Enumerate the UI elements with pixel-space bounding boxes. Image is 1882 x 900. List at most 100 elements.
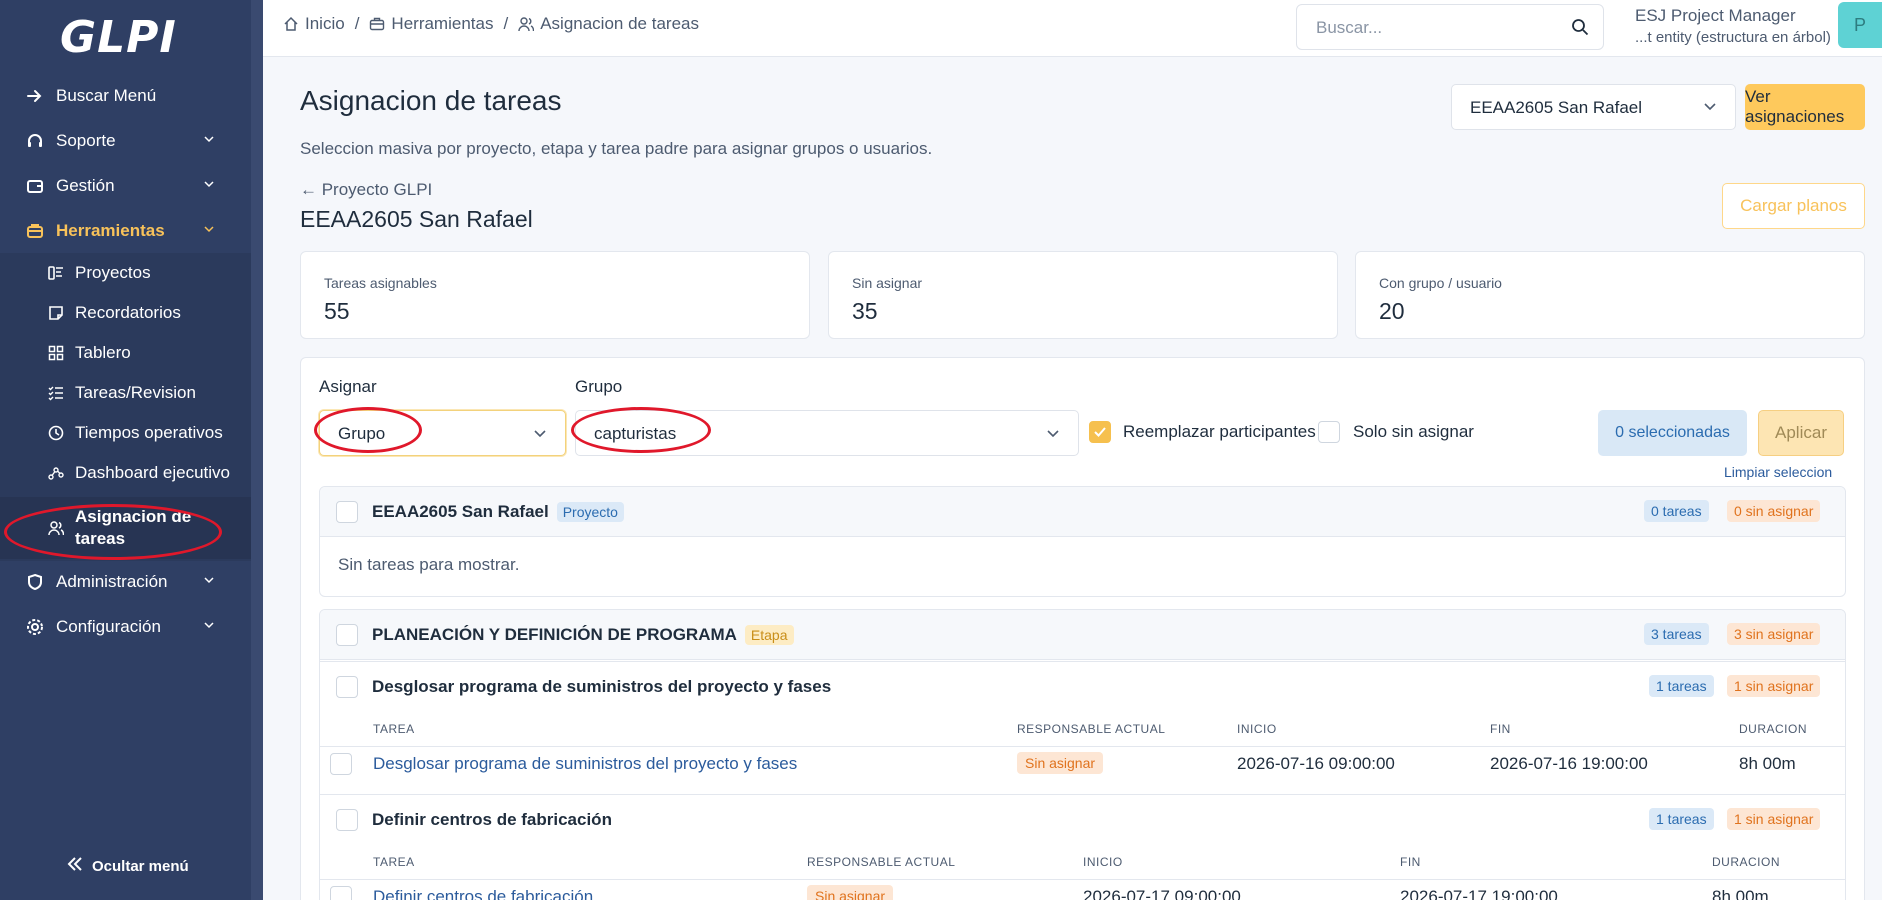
view-assignments-button[interactable]: Ver asignaciones <box>1745 84 1865 130</box>
parent-task-checkbox[interactable] <box>336 809 358 831</box>
sidebar-item-soporte[interactable]: Soporte <box>0 121 251 161</box>
sidebar-item-herramientas[interactable]: Herramientas <box>0 211 251 251</box>
group-select[interactable]: capturistas <box>575 410 1079 456</box>
sidebar-scrollbar[interactable] <box>251 0 263 900</box>
stage-select-checkbox[interactable] <box>336 624 358 646</box>
search-icon[interactable] <box>1571 18 1589 36</box>
unassigned-count-badge: 3 sin asignar <box>1727 623 1821 645</box>
task-link[interactable]: Definir centros de fabricación <box>373 887 593 900</box>
column-header-end: FIN <box>1490 722 1511 736</box>
breadcrumb-asignacion[interactable]: Asignacion de tareas <box>518 14 699 34</box>
sidebar-item-label: Tiempos operativos <box>75 423 223 442</box>
sidebar-item-dashboard-ejecutivo[interactable]: Dashboard ejecutivo <box>0 453 251 493</box>
parent-task-checkbox[interactable] <box>336 676 358 698</box>
sidebar-item-label: Proyectos <box>75 263 151 282</box>
responsible-badge: Sin asignar <box>1017 752 1104 774</box>
project-select-value: EEAA2605 San Rafael <box>1470 98 1643 117</box>
replace-participants-label: Reemplazar participantes <box>1123 422 1316 441</box>
user-menu[interactable]: ESJ Project Manager ...t entity (estruct… <box>1635 6 1831 46</box>
project-icon <box>46 263 66 283</box>
empty-message: Sin tareas para mostrar. <box>338 555 520 574</box>
avatar[interactable]: P <box>1838 2 1882 48</box>
stage-card: PLANEACIÓN Y DEFINICIÓN DE PROGRAMA Etap… <box>319 609 1846 900</box>
task-link[interactable]: Desglosar programa de suministros del pr… <box>373 754 797 774</box>
unassigned-count-badge: 0 sin asignar <box>1727 500 1821 522</box>
group-value: capturistas <box>594 424 677 443</box>
users-icon <box>46 518 66 538</box>
load-plans-button[interactable]: Cargar planos <box>1722 183 1865 229</box>
sidebar-item-label: Tareas/Revision <box>75 383 196 402</box>
sidebar-item-tiempos-operativos[interactable]: Tiempos operativos <box>0 413 251 453</box>
parent-task-header: Desglosar programa de suministros del pr… <box>320 662 1845 712</box>
breadcrumb-inicio[interactable]: Inicio <box>283 14 345 34</box>
stat-value: 55 <box>324 298 350 324</box>
search-box[interactable]: Buscar... <box>1296 4 1604 50</box>
responsible-badge: Sin asignar <box>807 885 894 900</box>
user-name: ESJ Project Manager <box>1635 6 1796 25</box>
project-select-checkbox[interactable] <box>336 501 358 523</box>
parent-task-group: Desglosar programa de suministros del pr… <box>320 661 1845 781</box>
only-unassigned-checkbox[interactable] <box>1318 421 1340 443</box>
topbar: Inicio / Herramientas / Asignacion de ta… <box>263 0 1882 57</box>
task-start: 2026-07-16 09:00:00 <box>1237 754 1395 773</box>
sidebar-item-gestion[interactable]: Gestión <box>0 166 251 206</box>
apply-button[interactable]: Aplicar <box>1758 410 1844 456</box>
clear-selection-link[interactable]: Limpiar seleccion <box>1724 464 1832 480</box>
project-select[interactable]: EEAA2605 San Rafael <box>1451 84 1736 130</box>
sidebar-item-label: Tablero <box>75 343 131 362</box>
table-row[interactable]: Desglosar programa de suministros del pr… <box>320 747 1845 781</box>
note-icon <box>46 303 66 323</box>
stat-card-unassigned: Sin asignar 35 <box>828 251 1338 339</box>
sidebar-item-label: Buscar Menú <box>56 86 157 105</box>
search-input[interactable]: Buscar... <box>1316 18 1382 38</box>
sidebar-item-label: Configuración <box>56 617 161 636</box>
grid-icon <box>46 343 66 363</box>
chart-nodes-icon <box>46 463 66 483</box>
stage-card-header: PLANEACIÓN Y DEFINICIÓN DE PROGRAMA Etap… <box>320 610 1845 660</box>
assign-type-select[interactable]: Grupo <box>319 410 566 456</box>
headset-icon <box>24 130 46 152</box>
table-row[interactable]: Definir centros de fabricación Sin asign… <box>320 880 1845 900</box>
glpi-logo[interactable]: GLPI <box>60 12 190 63</box>
column-header-start: INICIO <box>1083 855 1123 869</box>
breadcrumb-herramientas[interactable]: Herramientas <box>369 14 493 34</box>
sidebar-item-tablero[interactable]: Tablero <box>0 333 251 373</box>
breadcrumb-separator: / <box>503 14 509 33</box>
tasks-count-badge: 0 tareas <box>1644 500 1709 522</box>
assign-type-label: Asignar <box>319 377 377 396</box>
sidebar-item-administracion[interactable]: Administración <box>0 562 251 602</box>
sidebar-item-proyectos[interactable]: Proyectos <box>0 253 251 293</box>
hide-menu-button[interactable]: Ocultar menú <box>66 855 189 878</box>
stat-value: 35 <box>852 298 878 324</box>
stat-label: Sin asignar <box>852 275 923 291</box>
sidebar-item-label: Dashboard ejecutivo <box>75 463 230 482</box>
group-label: Grupo <box>575 377 623 396</box>
sidebar-item-label: Recordatorios <box>75 303 181 322</box>
stat-card-assigned: Con grupo / usuario 20 <box>1355 251 1865 339</box>
project-tag: Proyecto <box>556 502 624 522</box>
task-row-checkbox[interactable] <box>330 753 352 775</box>
sidebar-item-tareas-revision[interactable]: Tareas/Revision <box>0 373 251 413</box>
sidebar-submenu-herramientas: Proyectos Recordatorios Tablero Tareas/R… <box>0 253 251 561</box>
task-start: 2026-07-17 09:00:00 <box>1083 887 1241 900</box>
column-header-responsible: RESPONSABLE ACTUAL <box>1017 722 1166 736</box>
stat-card-assignable: Tareas asignables 55 <box>300 251 810 339</box>
sidebar-item-configuracion[interactable]: Configuración <box>0 607 251 647</box>
replace-participants-checkbox[interactable] <box>1089 421 1111 443</box>
sidebar-item-buscar-menu[interactable]: Buscar Menú <box>0 76 251 116</box>
back-to-project-link[interactable]: ← Proyecto GLPI <box>300 180 432 200</box>
task-duration: 8h 00m <box>1739 754 1796 773</box>
parent-task-group: Definir centros de fabricación 1 tareas … <box>320 794 1845 900</box>
clock-icon <box>46 423 66 443</box>
page-subtitle: Seleccion masiva por proyecto, etapa y t… <box>300 139 933 158</box>
assignment-panel: Asignar Grupo Grupo capturistas Reemplaz… <box>300 357 1865 900</box>
users-icon <box>518 17 535 32</box>
task-row-checkbox[interactable] <box>330 886 352 900</box>
project-card-header: EEAA2605 San Rafael Proyecto 0 tareas 0 … <box>320 487 1845 537</box>
stage-card-title: PLANEACIÓN Y DEFINICIÓN DE PROGRAMA Etap… <box>372 625 794 645</box>
briefcase-icon <box>370 17 385 31</box>
only-unassigned-label: Solo sin asignar <box>1353 422 1474 441</box>
unassigned-count-badge: 1 sin asignar <box>1727 675 1821 697</box>
sidebar-item-asignacion-de-tareas[interactable]: Asignacion de tareas <box>0 497 251 559</box>
sidebar-item-recordatorios[interactable]: Recordatorios <box>0 293 251 333</box>
